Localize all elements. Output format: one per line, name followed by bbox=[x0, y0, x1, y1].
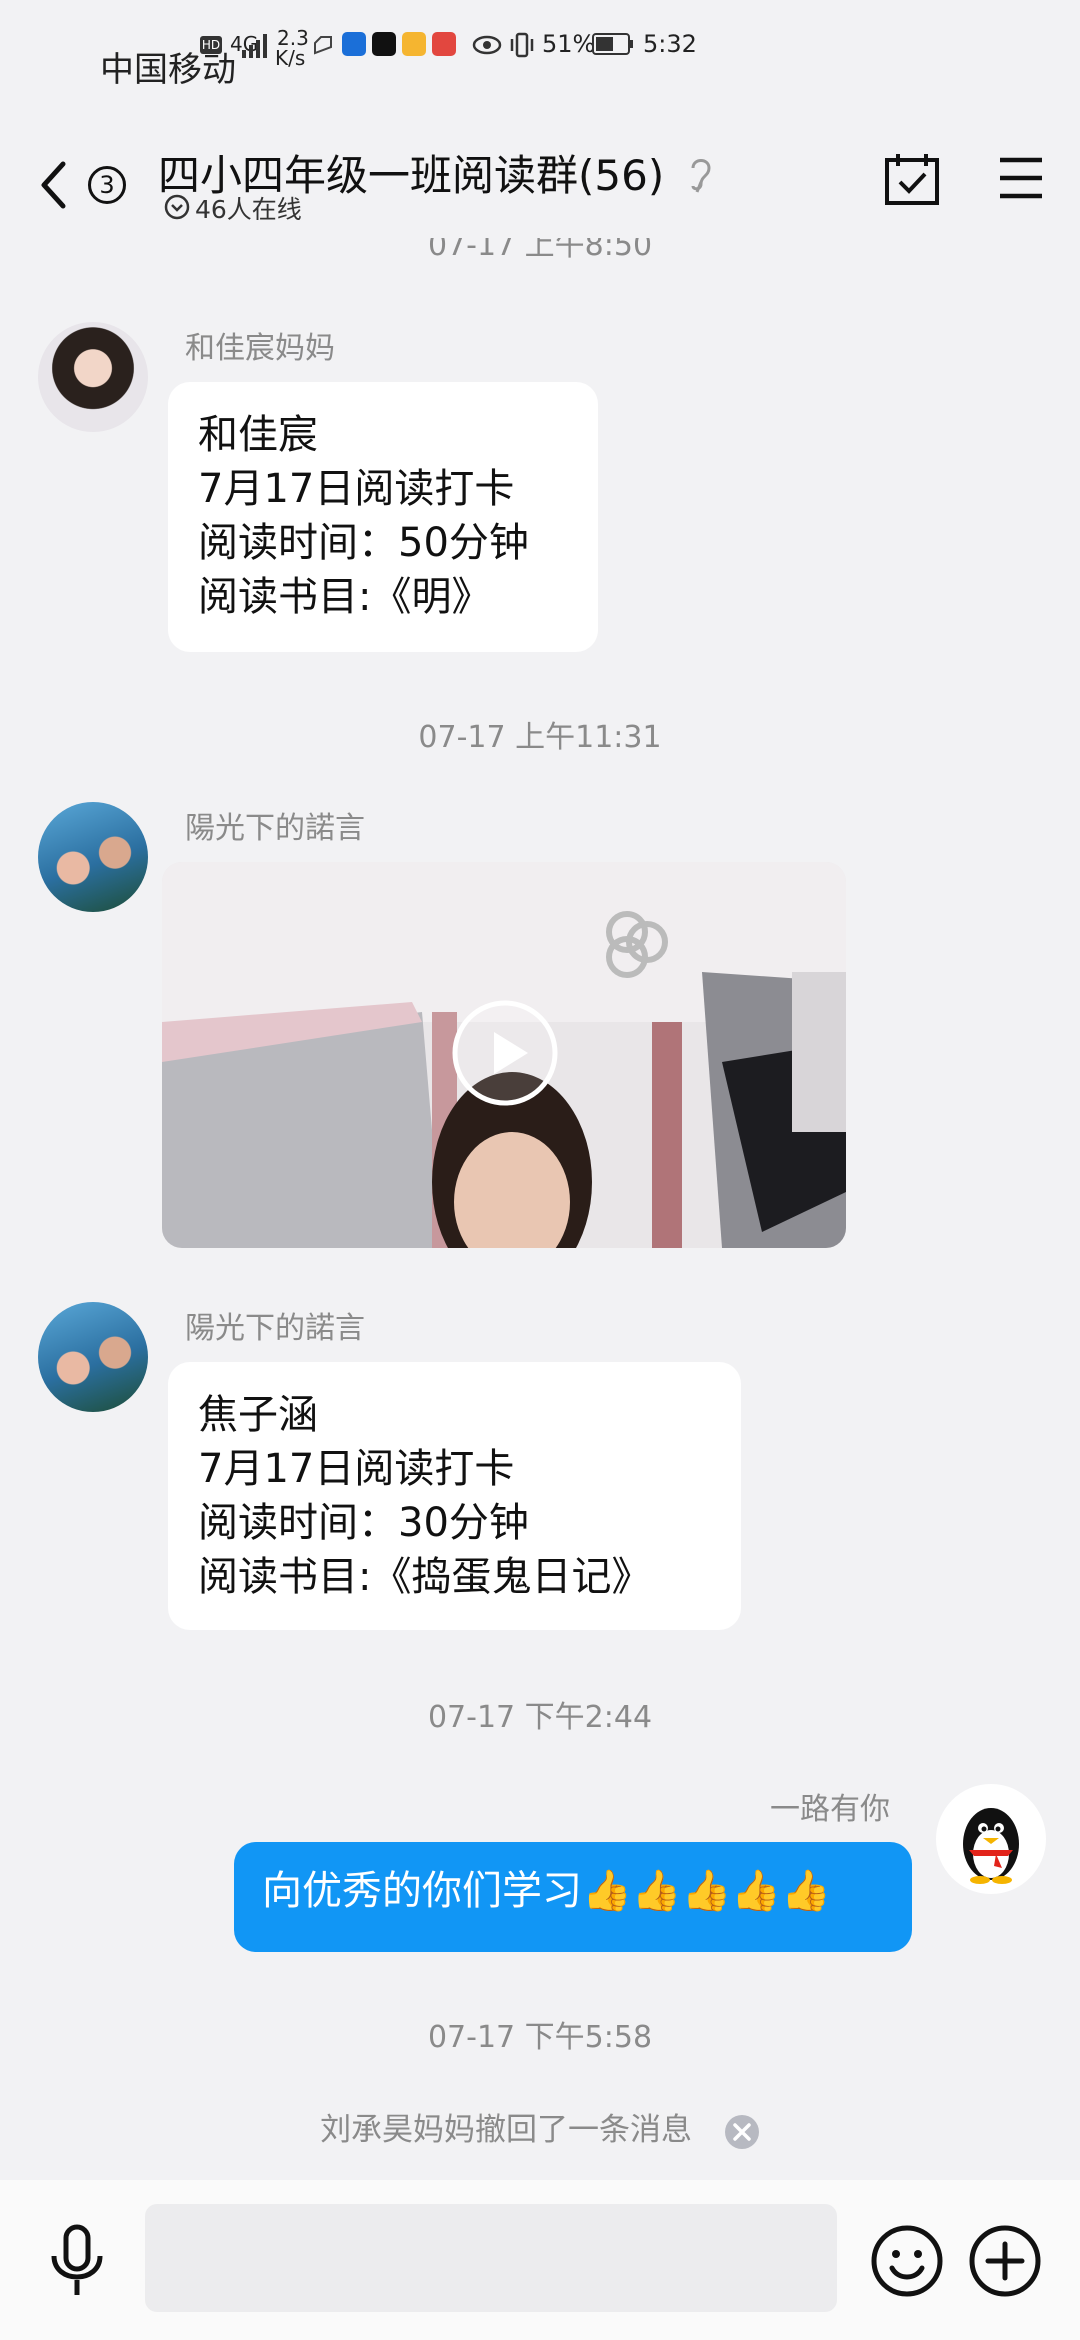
message-line: 7月17日阅读打卡 bbox=[198, 466, 515, 512]
back-icon[interactable] bbox=[38, 160, 68, 210]
calendar-check-icon[interactable] bbox=[884, 152, 940, 206]
message-bubble[interactable]: 焦子涵 7月17日阅读打卡 阅读时间：30分钟 阅读书目:《捣蛋鬼日记》 bbox=[168, 1362, 741, 1630]
message-line: 焦子涵 bbox=[198, 1392, 318, 1438]
message-bubble[interactable]: 和佳宸 7月17日阅读打卡 阅读时间：50分钟 阅读书目:《明》 bbox=[168, 382, 598, 652]
plus-icon[interactable] bbox=[968, 2224, 1042, 2298]
eye-icon bbox=[472, 35, 502, 55]
message-line: 阅读书目:《捣蛋鬼日记》 bbox=[198, 1554, 652, 1600]
online-expand-icon[interactable] bbox=[164, 194, 190, 220]
message-input[interactable] bbox=[145, 2204, 837, 2312]
play-icon[interactable] bbox=[450, 998, 560, 1108]
avatar[interactable] bbox=[38, 802, 148, 912]
message-line: 阅读书目:《明》 bbox=[198, 574, 492, 620]
input-bar bbox=[0, 2180, 1080, 2340]
timestamp: 07-17 下午2:44 bbox=[427, 1700, 653, 1735]
chat-header: 3 四小四年级一班阅读群(56) 46人在线 bbox=[0, 130, 1080, 250]
sender-name: 一路有你 bbox=[770, 1792, 890, 1827]
video-message[interactable] bbox=[162, 862, 846, 1248]
close-circle-icon[interactable] bbox=[724, 2114, 760, 2150]
timestamp-clipped: 07-17 上午8:50 bbox=[427, 238, 653, 263]
recall-notice: 刘承昊妈妈撤回了一条消息 bbox=[0, 2104, 1080, 2150]
notification-icon bbox=[314, 36, 332, 55]
sender-name: 陽光下的諾言 bbox=[185, 1311, 365, 1346]
hd-badge: HD bbox=[200, 36, 222, 54]
app-icon-1 bbox=[342, 32, 366, 56]
timestamp: 07-17 上午11:31 bbox=[418, 720, 662, 755]
status-bar: 中国移动 HD 4G 2.3 K/s 51% 5:32 bbox=[0, 0, 1080, 130]
message-bubble-self[interactable]: 向优秀的你们学习👍👍👍👍👍 bbox=[234, 1842, 912, 1952]
message-line: 7月17日阅读打卡 bbox=[198, 1446, 515, 1492]
online-count[interactable]: 46人在线 bbox=[195, 190, 302, 226]
message-line: 和佳宸 bbox=[198, 412, 318, 458]
sender-name: 和佳宸妈妈 bbox=[185, 331, 335, 366]
hearing-icon bbox=[691, 159, 711, 193]
app-icon-3 bbox=[402, 32, 426, 56]
clock: 5:32 bbox=[643, 30, 697, 58]
recall-text: 刘承昊妈妈撤回了一条消息 bbox=[320, 2112, 693, 2148]
menu-icon[interactable] bbox=[998, 156, 1044, 200]
signal-icon bbox=[242, 34, 267, 58]
network-speed-unit: K/s bbox=[275, 46, 306, 70]
battery-percent: 51% bbox=[542, 30, 596, 58]
network-speed-value: 2.3 bbox=[277, 26, 309, 50]
message-line: 阅读时间：30分钟 bbox=[198, 1500, 529, 1546]
avatar[interactable] bbox=[38, 322, 148, 432]
timestamp: 07-17 下午5:58 bbox=[427, 2020, 653, 2055]
sender-name: 陽光下的諾言 bbox=[185, 811, 365, 846]
app-icon-4 bbox=[432, 32, 456, 56]
avatar[interactable] bbox=[936, 1784, 1046, 1894]
app-icon-2 bbox=[372, 32, 396, 56]
battery-icon bbox=[592, 33, 633, 55]
penguin-icon bbox=[963, 1808, 1019, 1884]
unread-count-badge[interactable]: 3 bbox=[88, 166, 126, 204]
emoji-icon[interactable] bbox=[870, 2224, 944, 2298]
vibrate-icon bbox=[510, 32, 534, 58]
message-line: 阅读时间：50分钟 bbox=[198, 520, 529, 566]
avatar[interactable] bbox=[38, 1302, 148, 1412]
mic-icon[interactable] bbox=[42, 2224, 112, 2298]
